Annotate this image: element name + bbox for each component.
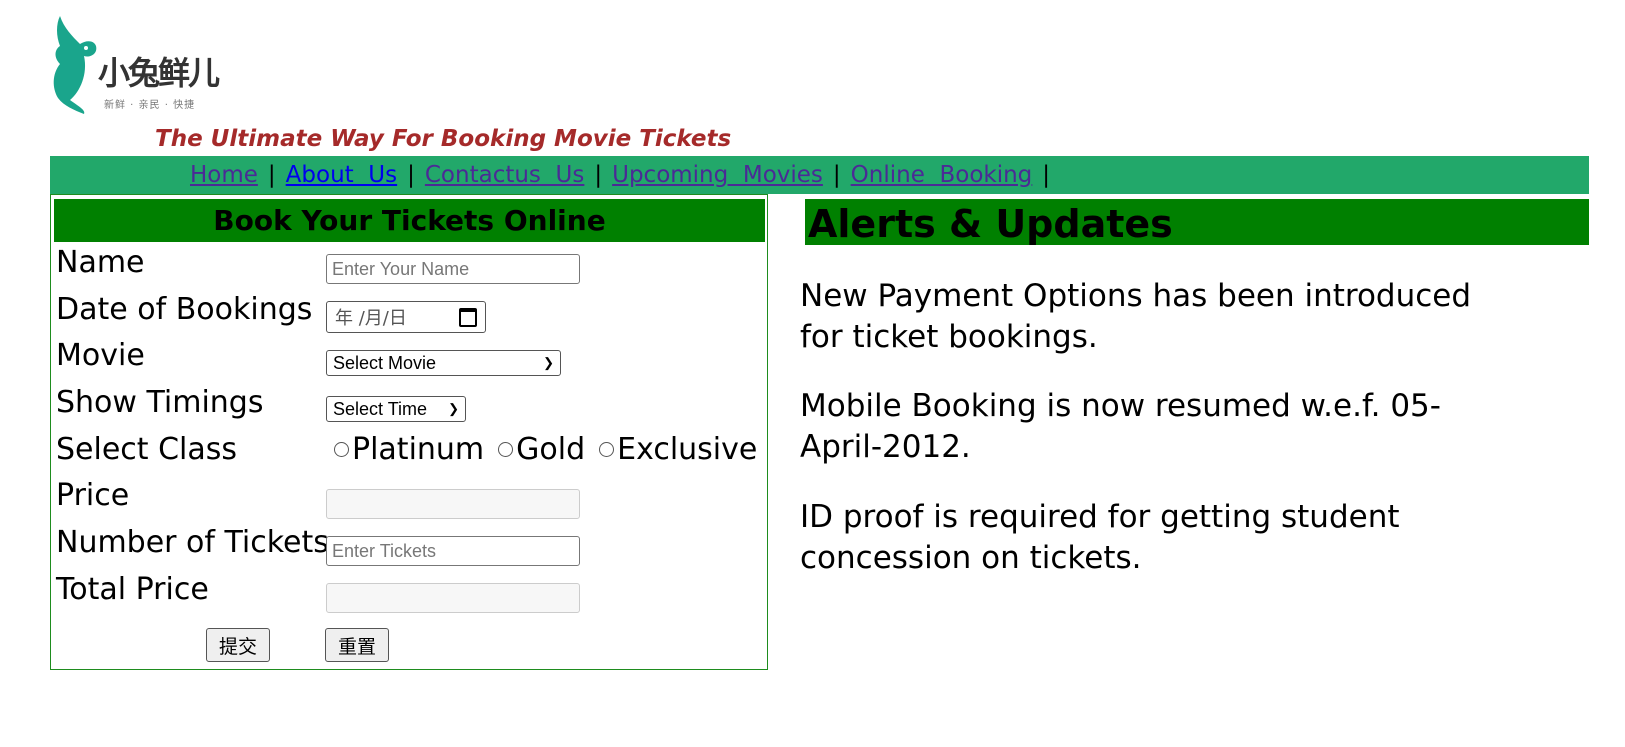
radio-button[interactable] (498, 442, 514, 457)
booking-form: Book Your Tickets Online Name Date of Bo… (50, 194, 768, 670)
timing-select[interactable]: Select Time ❯ (326, 396, 466, 422)
total-price-field (326, 583, 580, 613)
movie-select[interactable]: Select Movie ❯ (326, 350, 561, 376)
class-option-label: Exclusive (617, 432, 758, 467)
name-input[interactable] (326, 254, 580, 284)
date-input[interactable]: 年 /月/日 (326, 301, 486, 333)
class-option-label: Gold (516, 432, 586, 467)
nav-link-contact-us[interactable]: Contactus Us (425, 162, 584, 188)
class-option-exclusive[interactable]: Exclusive (599, 432, 757, 467)
nav-separator: | (832, 162, 841, 188)
price-field (326, 489, 580, 519)
nav-link-online-booking[interactable]: Online Booking (851, 162, 1033, 188)
price-label: Price (56, 478, 130, 513)
tickets-label: Number of Tickets (56, 525, 329, 560)
name-label: Name (56, 245, 145, 280)
calendar-icon[interactable] (459, 307, 477, 327)
date-label: Date of Bookings (56, 292, 313, 327)
tickets-input[interactable] (326, 536, 580, 566)
nav-separator: | (1042, 162, 1051, 188)
nav-link-upcoming-movies[interactable]: Upcoming Movies (612, 162, 823, 188)
radio-button[interactable] (334, 442, 349, 457)
chevron-down-icon: ❯ (543, 355, 554, 370)
submit-button[interactable]: 提交 (206, 628, 270, 662)
nav-links: Home | About Us | Contactus Us | Upcoming Movi… (190, 162, 1060, 188)
tagline: The Ultimate Way For Booking Movie Ticke… (155, 126, 732, 152)
alert-item: New Payment Options has been introduced … (800, 278, 1472, 355)
class-radio-group: Platinum Gold Exclusive (334, 432, 757, 467)
nav-separator: | (594, 162, 603, 188)
class-option-label: Platinum (352, 432, 485, 467)
nav-separator: | (267, 162, 276, 188)
movie-label: Movie (56, 338, 145, 373)
chevron-down-icon: ❯ (448, 401, 459, 416)
nav-bar: Home | About Us | Contactus Us | Upcoming Movi… (50, 156, 1589, 194)
radio-button[interactable] (599, 442, 615, 457)
alert-item: ID proof is required for getting student… (800, 499, 1400, 576)
date-placeholder: 年 /月/日 (335, 308, 407, 329)
timing-label: Show Timings (56, 385, 264, 420)
class-option-gold[interactable]: Gold (498, 432, 585, 467)
alert-item: Mobile Booking is now resumed w.e.f. 05-… (800, 388, 1441, 465)
class-label: Select Class (56, 432, 238, 467)
timing-select-value: Select Time (333, 398, 428, 419)
class-option-platinum[interactable]: Platinum (334, 432, 484, 467)
form-heading: Book Your Tickets Online (54, 199, 765, 242)
nav-link-home[interactable]: Home (190, 162, 258, 188)
movie-select-value: Select Movie (333, 352, 437, 373)
nav-link-about-us[interactable]: About Us (286, 162, 397, 188)
logo-subtext: 新鲜 · 亲民 · 快捷 (104, 100, 196, 111)
logo-text: 小兔鲜儿 (98, 54, 220, 92)
reset-button[interactable]: 重置 (325, 628, 389, 662)
alerts-heading: Alerts & Updates (805, 199, 1589, 246)
nav-separator: | (407, 162, 415, 188)
total-price-label: Total Price (56, 572, 209, 607)
